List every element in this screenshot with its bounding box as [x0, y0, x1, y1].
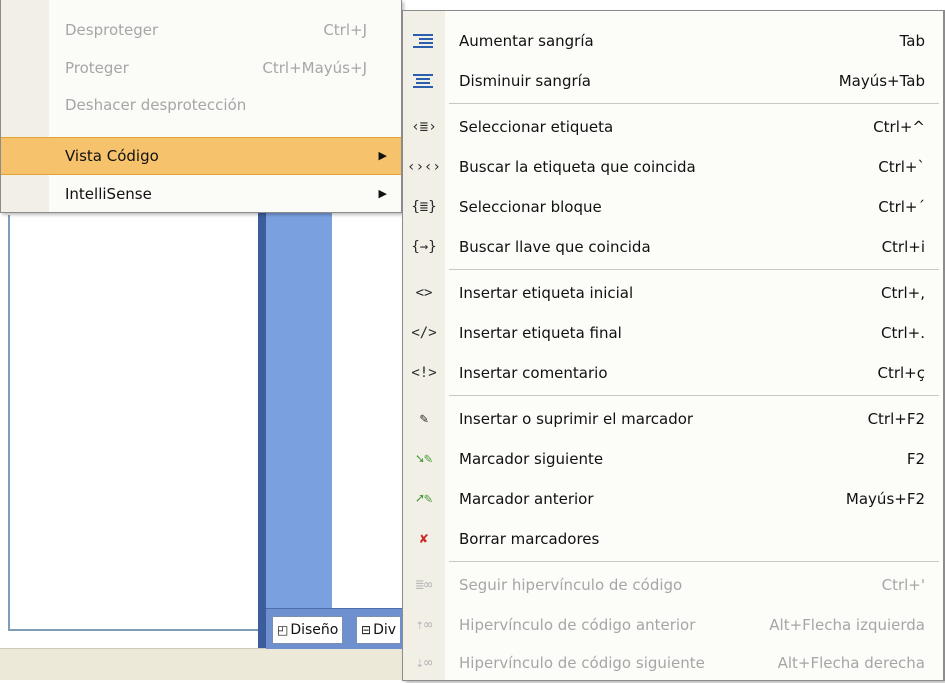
- next-link-icon: ⇣∞: [415, 655, 433, 671]
- submenu-item-shortcut: Ctrl+^: [873, 118, 925, 136]
- menu-item-label: Proteger: [65, 59, 129, 77]
- submenu-item-match-brace[interactable]: {→} Buscar llave que coincida Ctrl+i: [403, 227, 943, 267]
- menu-separator: [449, 561, 939, 562]
- menu-item-unprotect[interactable]: Desproteger Ctrl+J: [1, 12, 401, 48]
- tab-split-label: Div: [373, 622, 397, 638]
- tab-design[interactable]: ◰ Diseño: [272, 616, 344, 644]
- submenu-item-label: Buscar la etiqueta que coincida: [459, 158, 696, 176]
- submenu-item-label: Seleccionar etiqueta: [459, 118, 614, 136]
- submenu-item-shortcut: Ctrl+´: [878, 198, 925, 216]
- pane-border-horizontal: [8, 629, 258, 631]
- submenu-item-prev-bookmark[interactable]: ➚✎ Marcador anterior Mayús+F2: [403, 479, 943, 519]
- bookmark-next-icon: ➘✎: [415, 451, 433, 467]
- submenu-item-shortcut: Alt+Flecha izquierda: [769, 616, 925, 634]
- submenu-item-label: Seleccionar bloque: [459, 198, 602, 216]
- match-tag-icon: ‹›‹›: [407, 159, 441, 175]
- menu-item-shortcut: Ctrl+J: [323, 21, 367, 39]
- submenu-item-shortcut: Ctrl+i: [881, 238, 925, 256]
- end-tag-icon: </>: [411, 325, 437, 341]
- submenu-item-indent[interactable]: Aumentar sangría Tab: [403, 21, 943, 61]
- submenu-item-outdent[interactable]: Disminuir sangría Mayús+Tab: [403, 61, 943, 101]
- submenu-item-label: Insertar etiqueta inicial: [459, 284, 634, 302]
- submenu-item-label: Borrar marcadores: [459, 530, 600, 548]
- submenu-item-label: Insertar o suprimir el marcador: [459, 410, 694, 428]
- submenu-item-shortcut: Ctrl+.: [880, 324, 925, 342]
- menu-item-label: Vista Código: [65, 147, 159, 165]
- submenu-item-toggle-bookmark[interactable]: ✎ Insertar o suprimir el marcador Ctrl+F…: [403, 399, 943, 439]
- submenu-item-shortcut: Tab: [899, 32, 925, 50]
- bookmark-toggle-icon: ✎: [419, 411, 429, 427]
- status-bar: [0, 648, 402, 680]
- bookmark-prev-icon: ➚✎: [415, 491, 433, 507]
- submenu-item-select-block[interactable]: {≣} Seleccionar bloque Ctrl+´: [403, 187, 943, 227]
- submenu-item-shortcut: Mayús+Tab: [838, 72, 925, 90]
- menu-item-protect[interactable]: Proteger Ctrl+Mayús+J: [1, 50, 401, 86]
- match-brace-icon: {→}: [411, 239, 437, 255]
- indent-decrease-icon: [413, 69, 433, 93]
- submenu-item-next-bookmark[interactable]: ➘✎ Marcador siguiente F2: [403, 439, 943, 479]
- submenu-item-clear-bookmarks[interactable]: ✘ Borrar marcadores: [403, 519, 943, 559]
- submenu-item-shortcut: Ctrl+F2: [867, 410, 925, 428]
- submenu-item-label: Disminuir sangría: [459, 72, 591, 90]
- menu-separator: [449, 269, 939, 270]
- submenu-item-shortcut: Ctrl+,: [880, 284, 925, 302]
- submenu-item-shortcut: Ctrl+`: [878, 158, 925, 176]
- pane-border-vertical: [8, 215, 10, 631]
- design-tab-icon: ◰: [277, 623, 289, 637]
- submenu-item-label: Marcador siguiente: [459, 450, 604, 468]
- submenu-item-shortcut: Alt+Flecha derecha: [777, 654, 925, 672]
- indent-increase-icon: [413, 29, 433, 53]
- menu-item-label: Deshacer desprotección: [65, 96, 247, 114]
- submenu-item-next-link[interactable]: ⇣∞ Hipervínculo de código siguiente Alt+…: [403, 643, 943, 683]
- menu-item-code-view[interactable]: Vista Código ▶: [1, 137, 401, 175]
- menu-separator: [449, 103, 939, 104]
- select-tag-icon: ‹≣›: [411, 119, 437, 135]
- submenu-item-label: Seguir hipervínculo de código: [459, 576, 683, 594]
- submenu-arrow-icon: ▶: [378, 187, 387, 200]
- submenu-item-label: Marcador anterior: [459, 490, 594, 508]
- submenu-item-select-tag[interactable]: ‹≣› Seleccionar etiqueta Ctrl+^: [403, 107, 943, 147]
- submenu-item-label: Insertar etiqueta final: [459, 324, 622, 342]
- submenu-item-shortcut: Mayús+F2: [845, 490, 925, 508]
- bookmark-clear-icon: ✘: [419, 531, 429, 547]
- submenu-item-match-tag[interactable]: ‹›‹› Buscar la etiqueta que coincida Ctr…: [403, 147, 943, 187]
- submenu-item-label: Insertar comentario: [459, 364, 608, 382]
- submenu-item-label: Buscar llave que coincida: [459, 238, 651, 256]
- menu-item-undo-unprotect[interactable]: Deshacer desprotección: [1, 87, 401, 123]
- follow-link-icon: ≣∞: [415, 577, 433, 593]
- submenu-item-label: Hipervínculo de código siguiente: [459, 654, 705, 672]
- code-view-submenu: Aumentar sangría Tab Disminuir sangría M…: [402, 10, 945, 681]
- submenu-item-label: Aumentar sangría: [459, 32, 594, 50]
- submenu-item-shortcut: Ctrl+ç: [877, 364, 925, 382]
- submenu-arrow-icon: ▶: [378, 149, 387, 162]
- split-tab-icon: ⊟: [361, 623, 372, 637]
- menu-separator: [449, 395, 939, 396]
- submenu-item-start-tag[interactable]: <> Insertar etiqueta inicial Ctrl+,: [403, 273, 943, 313]
- submenu-item-label: Hipervínculo de código anterior: [459, 616, 696, 634]
- submenu-item-end-tag[interactable]: </> Insertar etiqueta final Ctrl+.: [403, 313, 943, 353]
- tab-design-label: Diseño: [290, 622, 339, 638]
- tab-split[interactable]: ⊟ Div: [356, 616, 401, 644]
- submenu-item-comment[interactable]: <!> Insertar comentario Ctrl+ç: [403, 353, 943, 393]
- start-tag-icon: <>: [415, 285, 433, 301]
- submenu-item-follow-link[interactable]: ≣∞ Seguir hipervínculo de código Ctrl+': [403, 565, 943, 605]
- submenu-item-shortcut: F2: [906, 450, 925, 468]
- menu-item-shortcut: Ctrl+Mayús+J: [262, 59, 367, 77]
- comment-icon: <!>: [411, 365, 437, 381]
- menu-item-label: Desproteger: [65, 21, 159, 39]
- prev-link-icon: ⇡∞: [415, 617, 433, 633]
- menu-item-label: IntelliSense: [65, 185, 152, 203]
- select-block-icon: {≣}: [411, 199, 437, 215]
- edit-menu: Desproteger Ctrl+J Proteger Ctrl+Mayús+J…: [0, 0, 402, 213]
- menu-item-intellisense[interactable]: IntelliSense ▶: [1, 176, 401, 212]
- submenu-item-prev-link[interactable]: ⇡∞ Hipervínculo de código anterior Alt+F…: [403, 605, 943, 645]
- submenu-item-shortcut: Ctrl+': [881, 576, 925, 594]
